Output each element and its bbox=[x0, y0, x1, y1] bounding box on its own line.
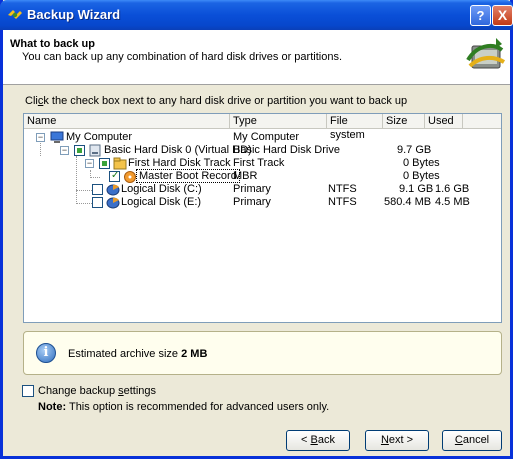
track-checkbox[interactable] bbox=[99, 158, 110, 169]
track-icon bbox=[113, 157, 127, 170]
tree-row-size: 9.7 GB bbox=[397, 144, 432, 156]
tree-row-type: Basic Hard Disk Drive bbox=[233, 144, 340, 156]
wizard-header: What to back up You can back up any comb… bbox=[3, 30, 510, 85]
tree-row-name: Basic Hard Disk 0 (Virtual HD) bbox=[104, 144, 252, 156]
tree-row-size: 0 Bytes bbox=[403, 170, 440, 182]
hard-disk-icon bbox=[89, 144, 101, 157]
mbr-checkbox[interactable] bbox=[109, 170, 120, 182]
tree-row-name: Logical Disk (E:) bbox=[121, 196, 202, 208]
collapse-icon[interactable]: − bbox=[36, 133, 45, 142]
tree-row-type: First Track bbox=[233, 157, 285, 169]
backup-drive-icon bbox=[466, 38, 506, 69]
column-header-used[interactable]: Used bbox=[425, 114, 463, 129]
title-bar[interactable]: Backup Wizard ? X bbox=[0, 0, 513, 30]
tree-row-size: 0 Bytes bbox=[403, 157, 440, 169]
tree-row-name: Master Boot Record bbox=[136, 169, 240, 183]
tree-row-size: 580.4 MB bbox=[384, 196, 432, 208]
back-button[interactable]: < Back bbox=[286, 430, 350, 451]
disk-checkbox[interactable] bbox=[74, 145, 85, 156]
tree-row-type: Primary bbox=[233, 196, 271, 208]
tree-row-my-computer[interactable]: − My Computer My Computer bbox=[24, 131, 501, 144]
tree-row-master-boot-record[interactable]: Master Boot Record MBR 0 Bytes bbox=[24, 169, 501, 183]
tree-row-first-track[interactable]: − First Hard Disk Track First Track 0 By… bbox=[24, 157, 501, 170]
computer-icon bbox=[50, 131, 64, 143]
column-header-size[interactable]: Size bbox=[383, 114, 425, 129]
tree-row-file-system: NTFS bbox=[328, 196, 357, 208]
disk-c-checkbox[interactable] bbox=[92, 184, 103, 195]
change-backup-settings-checkbox[interactable] bbox=[22, 385, 34, 397]
change-backup-settings-label[interactable]: Change backup settings bbox=[38, 385, 156, 397]
tree-row-name: Logical Disk (C:) bbox=[121, 183, 202, 195]
next-button[interactable]: Next > bbox=[365, 430, 429, 451]
help-button[interactable]: ? bbox=[470, 5, 491, 26]
tree-row-type: Primary bbox=[233, 183, 271, 195]
page-title: What to back up bbox=[10, 38, 95, 50]
tree-row-logical-disk-c[interactable]: Logical Disk (C:) Primary NTFS 9.1 GB 1.… bbox=[24, 183, 501, 196]
tree-row-used: 4.5 MB bbox=[435, 196, 470, 208]
archive-size-text: Estimated archive size 2 MB bbox=[68, 348, 208, 360]
tree-row-type: My Computer bbox=[233, 131, 300, 143]
disk-tree[interactable]: Name Type File system Size Used − My Com… bbox=[23, 113, 502, 323]
tree-row-used: 1.6 GB bbox=[435, 183, 470, 195]
disk-e-checkbox[interactable] bbox=[92, 197, 103, 208]
partition-icon bbox=[106, 184, 120, 196]
info-icon: i bbox=[36, 343, 56, 363]
tree-row-file-system: NTFS bbox=[328, 183, 357, 195]
advanced-note: Note: This option is recommended for adv… bbox=[38, 401, 330, 413]
column-header-type[interactable]: Type bbox=[230, 114, 327, 129]
mbr-icon bbox=[124, 171, 136, 183]
page-subtitle: You can back up any combination of hard … bbox=[22, 51, 342, 63]
tree-row-name: My Computer bbox=[66, 131, 133, 143]
column-header-name[interactable]: Name bbox=[24, 114, 230, 129]
window-title: Backup Wizard bbox=[27, 7, 121, 22]
collapse-icon[interactable]: − bbox=[60, 146, 69, 155]
close-button[interactable]: X bbox=[492, 5, 513, 26]
partition-icon bbox=[106, 197, 120, 209]
archive-size-panel: i Estimated archive size 2 MB bbox=[23, 331, 502, 375]
cancel-button[interactable]: Cancel bbox=[442, 430, 502, 451]
collapse-icon[interactable]: − bbox=[85, 159, 94, 168]
tree-row-logical-disk-e[interactable]: Logical Disk (E:) Primary NTFS 580.4 MB … bbox=[24, 196, 501, 209]
archive-size-value: 2 MB bbox=[181, 348, 208, 360]
tree-row-size: 9.1 GB bbox=[399, 183, 434, 195]
backup-wizard-window: Backup Wizard ? X What to back up You ca… bbox=[0, 0, 513, 459]
column-header-file-system[interactable]: File system bbox=[327, 114, 383, 141]
tree-row-type: MBR bbox=[233, 170, 258, 182]
instruction-text: Click the check box next to any hard dis… bbox=[25, 95, 408, 107]
backup-app-icon bbox=[8, 10, 22, 19]
tree-header: Name Type File system Size Used bbox=[24, 114, 501, 141]
tree-row-basic-hard-disk[interactable]: − Basic Hard Disk 0 (Virtual HD) Basic H… bbox=[24, 144, 501, 157]
